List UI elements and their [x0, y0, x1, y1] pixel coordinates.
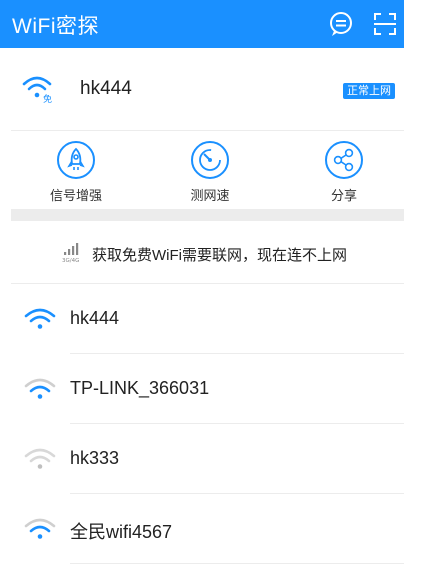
network-ssid: TP-LINK_366031	[70, 378, 210, 398]
network-item[interactable]: hk333	[0, 424, 404, 494]
wifi-free-icon: 免	[22, 76, 52, 104]
screen-margin	[404, 0, 426, 562]
rocket-icon	[67, 147, 85, 170]
app-screen: WiFi密探 免 hk444 正常上网 信号增强 测网速 分享 3G/4G 获取…	[0, 0, 404, 564]
status-badge: 正常上网	[343, 83, 395, 99]
signal-boost-button[interactable]: 信号增强	[31, 141, 121, 204]
signal-boost-label: 信号增强	[49, 188, 102, 203]
speed-test-button[interactable]: 测网速	[165, 141, 255, 204]
wifi-medium-icon	[24, 378, 56, 399]
wifi-strong-icon	[24, 308, 56, 329]
network-item[interactable]: hk444	[0, 284, 404, 354]
app-title: WiFi密探	[12, 15, 99, 38]
scan-icon	[374, 13, 396, 35]
message-button[interactable]	[326, 9, 356, 39]
wifi-weak-icon	[24, 448, 56, 469]
section-separator	[11, 209, 404, 221]
app-header: WiFi密探	[0, 0, 404, 48]
tools-row: 信号增强 测网速 分享	[0, 131, 404, 209]
wifi-medium-icon	[24, 518, 56, 539]
free-tag: 免	[43, 93, 52, 104]
speed-test-label: 测网速	[190, 188, 230, 203]
current-connection[interactable]: 免 hk444 正常上网	[0, 48, 404, 130]
network-type-label: 3G/4G	[62, 258, 79, 263]
speedometer-icon	[199, 149, 221, 171]
network-ssid: 全民wifi4567	[70, 522, 173, 542]
message-icon	[330, 12, 352, 36]
network-item[interactable]: 全民wifi4567	[0, 494, 404, 564]
network-ssid: hk444	[70, 308, 120, 328]
cellular-signal-icon: 3G/4G	[62, 243, 79, 263]
notice-text: 获取免费WiFi需要联网，现在连不上网	[92, 247, 347, 264]
share-label: 分享	[330, 188, 357, 203]
current-ssid: hk444	[80, 78, 132, 99]
share-icon	[333, 148, 354, 172]
scan-button[interactable]	[370, 9, 400, 39]
offline-notice: 3G/4G 获取免费WiFi需要联网，现在连不上网	[0, 221, 404, 283]
share-button[interactable]: 分享	[299, 141, 389, 204]
network-ssid: hk333	[70, 448, 120, 468]
network-item[interactable]: TP-LINK_366031	[0, 354, 404, 424]
